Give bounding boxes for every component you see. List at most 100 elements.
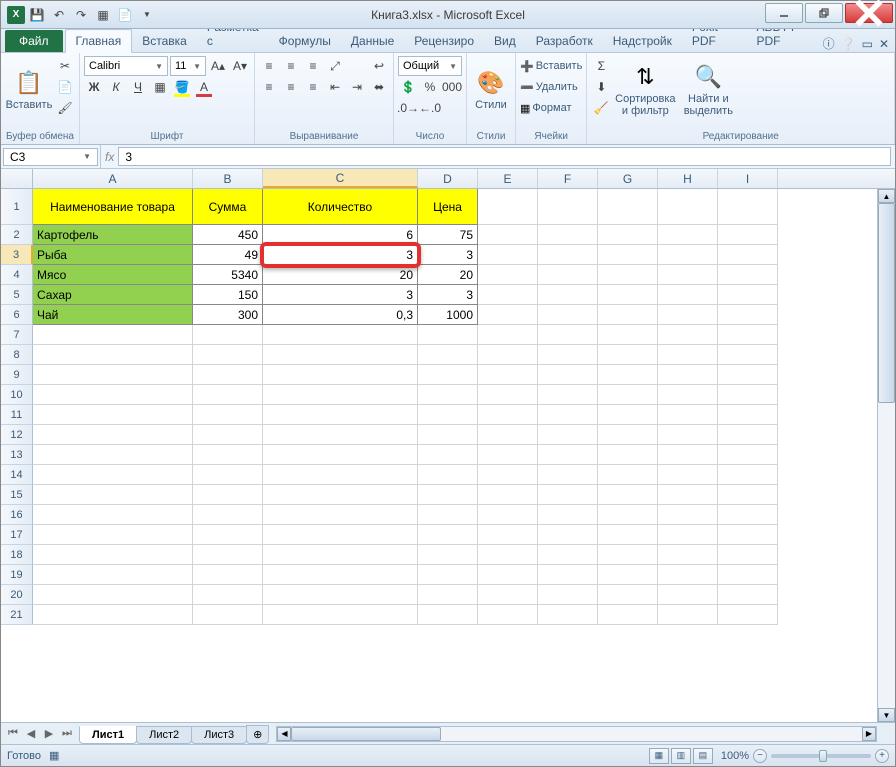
cell[interactable] bbox=[598, 465, 658, 485]
cell[interactable] bbox=[33, 465, 193, 485]
cell[interactable] bbox=[598, 525, 658, 545]
row-header[interactable]: 3 bbox=[1, 245, 33, 265]
cell[interactable] bbox=[478, 525, 538, 545]
cell[interactable] bbox=[33, 385, 193, 405]
tab-formulas[interactable]: Формулы bbox=[269, 30, 341, 52]
cut-icon[interactable]: ✂ bbox=[55, 56, 75, 76]
cell[interactable] bbox=[598, 545, 658, 565]
cell[interactable] bbox=[33, 325, 193, 345]
cell[interactable] bbox=[658, 545, 718, 565]
cell[interactable] bbox=[718, 445, 778, 465]
cell[interactable] bbox=[263, 525, 418, 545]
cell-header-qty[interactable]: Количество bbox=[263, 189, 418, 225]
wrap-text-icon[interactable]: ↩ bbox=[369, 56, 389, 76]
find-select-button[interactable]: 🔍 Найти и выделить bbox=[679, 56, 737, 122]
cell[interactable] bbox=[598, 585, 658, 605]
cell[interactable] bbox=[598, 325, 658, 345]
cell[interactable] bbox=[193, 365, 263, 385]
cell[interactable] bbox=[598, 265, 658, 285]
fx-icon[interactable]: fx bbox=[105, 150, 114, 164]
sheet-nav-prev-icon[interactable]: ◀ bbox=[23, 727, 39, 740]
column-header-G[interactable]: G bbox=[598, 169, 658, 188]
scroll-right-icon[interactable]: ▶ bbox=[862, 727, 876, 741]
cell[interactable] bbox=[718, 545, 778, 565]
cell[interactable] bbox=[193, 525, 263, 545]
cell[interactable] bbox=[658, 285, 718, 305]
cell-qty[interactable]: 3 bbox=[263, 245, 418, 265]
qat-icon[interactable]: 📄 bbox=[115, 5, 135, 25]
sort-filter-button[interactable]: ⇅ Сортировка и фильтр bbox=[613, 56, 677, 122]
cell[interactable] bbox=[418, 585, 478, 605]
cell-header-name[interactable]: Наименование товара bbox=[33, 189, 193, 225]
cell[interactable] bbox=[193, 545, 263, 565]
italic-icon[interactable]: К bbox=[106, 77, 126, 97]
align-left-icon[interactable]: ≡ bbox=[259, 77, 279, 97]
cell[interactable] bbox=[478, 305, 538, 325]
cell[interactable] bbox=[598, 285, 658, 305]
cell[interactable] bbox=[658, 405, 718, 425]
align-right-icon[interactable]: ≡ bbox=[303, 77, 323, 97]
row-header[interactable]: 9 bbox=[1, 365, 33, 385]
ribbon-window-icon[interactable]: ▭ bbox=[862, 37, 873, 51]
cell[interactable] bbox=[598, 189, 658, 225]
fill-icon[interactable]: ⬇ bbox=[591, 77, 611, 97]
cell[interactable] bbox=[478, 585, 538, 605]
cell[interactable] bbox=[263, 425, 418, 445]
cell[interactable] bbox=[538, 225, 598, 245]
cell[interactable] bbox=[478, 485, 538, 505]
bold-icon[interactable]: Ж bbox=[84, 77, 104, 97]
sheet-tab[interactable]: Лист3 bbox=[191, 726, 247, 744]
name-box[interactable]: C3 ▼ bbox=[3, 148, 98, 166]
cell[interactable] bbox=[418, 345, 478, 365]
tab-addins[interactable]: Надстройк bbox=[603, 30, 682, 52]
cell-qty[interactable]: 0,3 bbox=[263, 305, 418, 325]
cell[interactable] bbox=[598, 385, 658, 405]
cell[interactable] bbox=[538, 345, 598, 365]
sheet-nav-next-icon[interactable]: ▶ bbox=[41, 727, 57, 740]
cell[interactable] bbox=[193, 585, 263, 605]
delete-cells-button[interactable]: ➖Удалить bbox=[520, 77, 582, 97]
minimize-button[interactable] bbox=[765, 3, 803, 23]
tab-data[interactable]: Данные bbox=[341, 30, 404, 52]
cell[interactable] bbox=[658, 365, 718, 385]
cell[interactable] bbox=[598, 225, 658, 245]
cell-name[interactable]: Рыба bbox=[33, 245, 193, 265]
cell[interactable] bbox=[538, 405, 598, 425]
cell[interactable] bbox=[263, 405, 418, 425]
sheet-nav-last-icon[interactable]: ⏭ bbox=[59, 727, 75, 740]
row-header[interactable]: 18 bbox=[1, 545, 33, 565]
chevron-down-icon[interactable]: ▼ bbox=[83, 152, 91, 161]
cell[interactable] bbox=[418, 485, 478, 505]
cell[interactable] bbox=[718, 245, 778, 265]
fill-color-icon[interactable]: 🪣 bbox=[172, 77, 192, 97]
cell[interactable] bbox=[418, 605, 478, 625]
cell[interactable] bbox=[33, 565, 193, 585]
sheet-tab[interactable]: Лист1 bbox=[79, 726, 137, 744]
cell-name[interactable]: Сахар bbox=[33, 285, 193, 305]
cell[interactable] bbox=[718, 385, 778, 405]
cell[interactable] bbox=[418, 545, 478, 565]
cell[interactable] bbox=[33, 445, 193, 465]
cell-name[interactable]: Картофель bbox=[33, 225, 193, 245]
cell[interactable] bbox=[658, 465, 718, 485]
scroll-up-icon[interactable]: ▲ bbox=[878, 189, 895, 203]
cell[interactable] bbox=[598, 245, 658, 265]
cell[interactable] bbox=[658, 505, 718, 525]
cell[interactable] bbox=[658, 585, 718, 605]
cell[interactable] bbox=[718, 605, 778, 625]
paste-button[interactable]: 📋 Вставить bbox=[5, 56, 53, 122]
cell[interactable] bbox=[478, 505, 538, 525]
tab-developer[interactable]: Разработк bbox=[526, 30, 603, 52]
percent-icon[interactable]: % bbox=[420, 77, 440, 97]
cell[interactable] bbox=[33, 365, 193, 385]
cell[interactable] bbox=[718, 405, 778, 425]
cell[interactable] bbox=[538, 505, 598, 525]
cell[interactable] bbox=[193, 485, 263, 505]
indent-inc-icon[interactable]: ⇥ bbox=[347, 77, 367, 97]
help-icon[interactable]: ❔ bbox=[841, 37, 856, 51]
restore-button[interactable] bbox=[805, 3, 843, 23]
cell[interactable] bbox=[263, 385, 418, 405]
tab-home[interactable]: Главная bbox=[65, 29, 133, 53]
column-header-F[interactable]: F bbox=[538, 169, 598, 188]
column-header-E[interactable]: E bbox=[478, 169, 538, 188]
